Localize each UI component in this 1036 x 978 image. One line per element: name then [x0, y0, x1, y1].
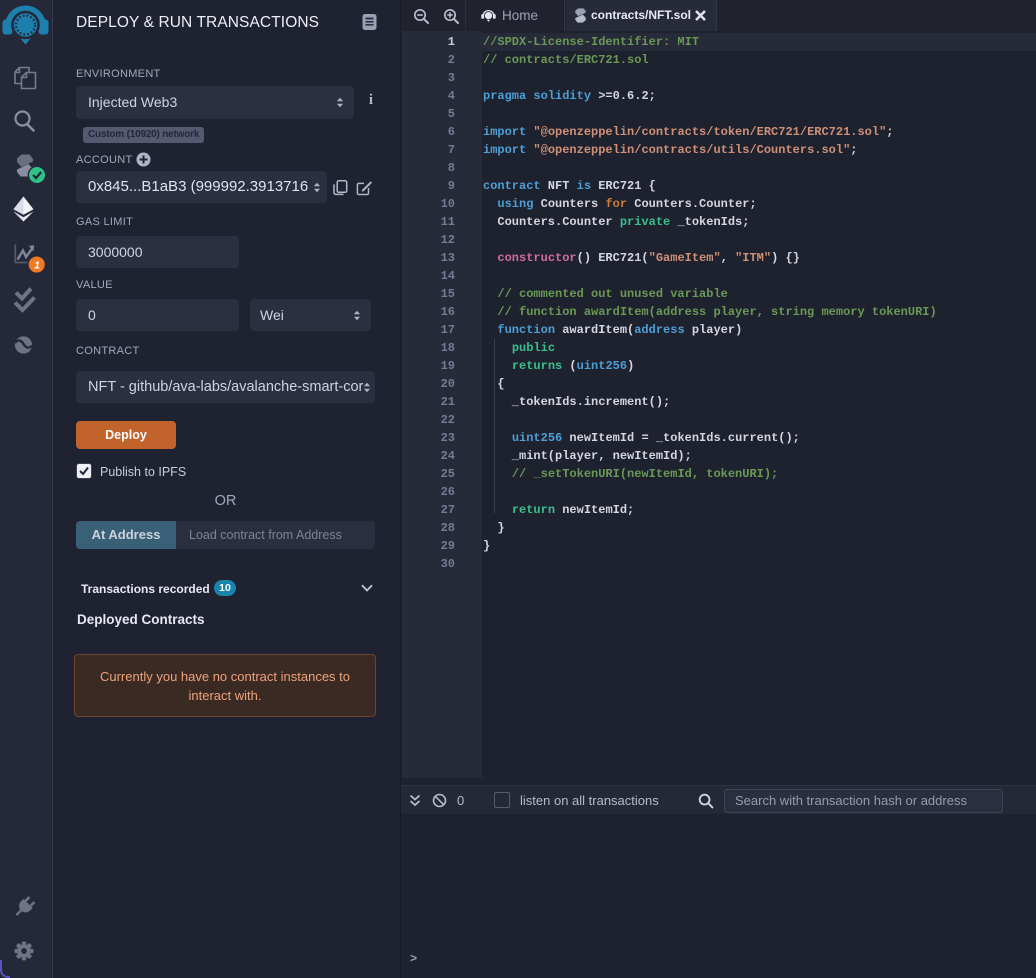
svg-text:1: 1	[34, 260, 40, 272]
